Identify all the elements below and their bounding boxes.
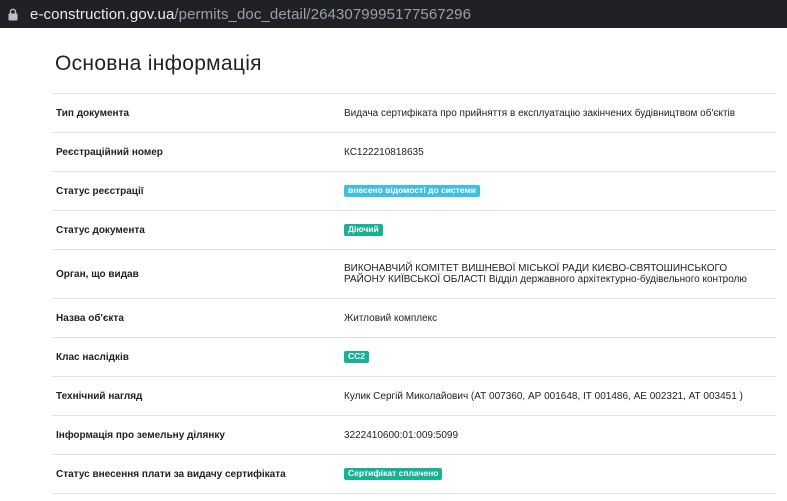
row-value: КС122210818635 [344,146,424,158]
row-label: Інформація про земельну ділянку [56,429,225,441]
row-label: Назва об'єкта [56,312,124,324]
page-title: Основна інформація [55,52,262,75]
row-value: Видача сертифіката про прийняття в експл… [344,107,736,119]
row-value: ВИКОНАВЧИЙ КОМІТЕТ ВИШНЕВОЇ МІСЬКОЇ РАДИ… [344,263,747,285]
row-land-info: Інформація про земельну ділянку 32224106… [52,415,776,454]
fee-status-badge: Сертифікат сплачено [344,468,443,480]
row-fee-status: Статус внесення плати за видачу сертифік… [52,454,776,493]
consequence-class-badge: СС2 [344,351,370,363]
row-label: Технічний нагляд [56,390,143,402]
row-label: Тип документа [56,107,130,119]
row-label: Статус документа [56,224,145,236]
table-bottom-border [52,493,776,494]
url-path: /permits_doc_detail/2643079995177567296 [174,5,472,23]
row-value: 3222410600:01:009:5099 [344,429,459,441]
row-doc-type: Тип документа Видача сертифіката про при… [52,93,776,132]
row-label: Орган, що видав [56,268,139,280]
row-object-name: Назва об'єкта Житловий комплекс [52,298,776,337]
row-value: Кулик Сергій Миколайович (АТ 007360, АР … [344,390,743,402]
row-value: Житловий комплекс [344,312,438,324]
url-domain: e-construction.gov.ua [30,5,175,23]
lock-icon[interactable] [8,7,20,21]
row-label: Клас наслідків [56,351,129,363]
registration-status-badge: внесено відомості до системи [344,185,480,197]
browser-address-bar[interactable]: e-construction.gov.ua/permits_doc_detail… [0,0,787,28]
document-status-badge: Діючий [344,224,383,236]
row-registration-status: Статус реєстрації внесено відомості до с… [52,171,776,210]
page-content: Основна інформація Тип документа Видача … [0,28,787,501]
row-label: Реєстраційний номер [56,146,163,158]
row-document-status: Статус документа Діючий [52,210,776,249]
row-technical-supervision: Технічний нагляд Кулик Сергій Миколайови… [52,376,776,415]
row-consequence-class: Клас наслідків СС2 [52,337,776,376]
row-registration-number: Реєстраційний номер КС122210818635 [52,132,776,171]
row-label: Статус реєстрації [56,185,144,197]
info-table: Тип документа Видача сертифіката про при… [52,93,776,494]
row-issuer: Орган, що видав ВИКОНАВЧИЙ КОМІТЕТ ВИШНЕ… [52,249,776,298]
row-label: Статус внесення плати за видачу сертифік… [56,468,286,480]
url-text[interactable]: e-construction.gov.ua/permits_doc_detail… [30,6,471,23]
